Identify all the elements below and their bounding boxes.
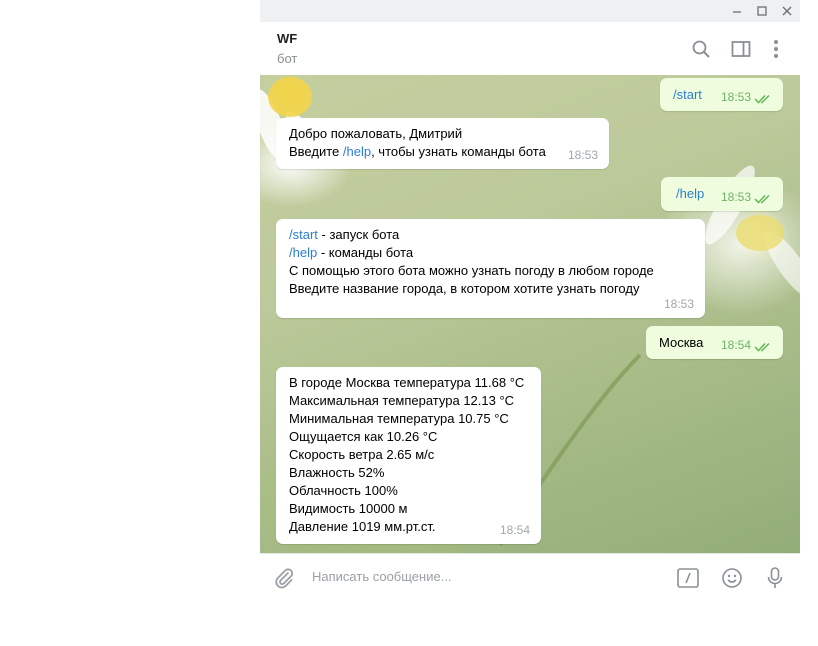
chat-header: WF бот (260, 22, 800, 76)
message-time: 18:54 (499, 523, 530, 537)
attach-button[interactable] (272, 566, 296, 590)
window-titlebar (260, 0, 800, 22)
chat-title[interactable]: WF (277, 31, 297, 46)
search-button[interactable] (689, 37, 713, 61)
message-line: Добро пожаловать, Дмитрий (289, 126, 463, 141)
message-line: /start - запуск бота (289, 227, 400, 242)
message-line: Введите название города, в котором хотит… (289, 281, 640, 296)
read-checkmarks-icon (754, 94, 770, 104)
read-checkmarks-icon (754, 342, 770, 352)
command-link[interactable]: /start (289, 227, 318, 242)
message-incoming[interactable]: Добро пожаловать, Дмитрий Введите /help,… (276, 118, 609, 169)
message-outgoing[interactable]: /start 18:53 (660, 78, 783, 111)
minimize-button[interactable] (728, 2, 746, 20)
message-time: 18:53 (567, 148, 598, 162)
message-input[interactable]: Написать сообщение... (312, 569, 452, 584)
emoji-icon (722, 568, 742, 588)
voice-button[interactable] (763, 566, 787, 590)
message-line: В городе Москва температура 11.68 °C (289, 375, 525, 390)
emoji-button[interactable] (720, 566, 744, 590)
read-checkmarks-icon (754, 194, 770, 204)
message-incoming[interactable]: В городе Москва температура 11.68 °C Мак… (276, 367, 541, 544)
close-button[interactable] (778, 2, 796, 20)
chat-history[interactable]: /start 18:53 Добро пожаловать, Дмитрий В… (260, 75, 800, 553)
message-time: 18:53 (663, 297, 694, 311)
search-icon (692, 40, 710, 58)
maximize-icon (757, 6, 767, 16)
message-line: /help - команды бота (289, 245, 414, 260)
message-line: Минимальная температура 10.75 °C (289, 411, 509, 426)
message-time: 18:53 (720, 190, 751, 204)
message-text: Москва (659, 335, 704, 350)
message-outgoing[interactable]: /help 18:53 (661, 177, 783, 211)
close-icon (782, 6, 792, 16)
chat-window: WF бот /start 18:53 Добро пожаловать, Дм… (260, 0, 800, 601)
message-line: Облачность 100% (289, 483, 398, 498)
paperclip-icon (275, 568, 294, 589)
command-link[interactable]: /start (673, 86, 702, 104)
chat-subtitle: бот (277, 51, 298, 66)
minimize-icon (733, 11, 741, 13)
maximize-button[interactable] (753, 2, 771, 20)
microphone-icon (767, 567, 783, 588)
message-incoming[interactable]: /start - запуск бота /help - команды бот… (276, 219, 705, 318)
sidebar-toggle-icon (731, 41, 751, 57)
message-line: Ощущается как 10.26 °C (289, 429, 438, 444)
sidebar-toggle-button[interactable] (729, 37, 753, 61)
more-button[interactable] (764, 37, 788, 61)
message-composer: Написать сообщение... (260, 553, 800, 601)
message-line: С помощью этого бота можно узнать погоду… (289, 263, 654, 278)
message-time: 18:53 (720, 90, 751, 104)
message-outgoing[interactable]: Москва 18:54 (646, 326, 783, 359)
message-line: Давление 1019 мм.рт.ст. (289, 519, 436, 534)
more-icon (774, 40, 778, 58)
bot-commands-button[interactable] (676, 566, 700, 590)
message-line: Скорость ветра 2.65 м/с (289, 447, 435, 462)
message-line: Видимость 10000 м (289, 501, 408, 516)
command-link[interactable]: /help (289, 245, 317, 260)
message-time: 18:54 (720, 338, 751, 352)
empty-left-area (0, 0, 261, 600)
command-link[interactable]: /help (676, 185, 704, 203)
bot-commands-icon (677, 568, 699, 588)
message-line: Максимальная температура 12.13 °C (289, 393, 515, 408)
message-line: Введите /help, чтобы узнать команды бота (289, 144, 546, 159)
command-link[interactable]: /help (343, 144, 371, 159)
message-line: Влажность 52% (289, 465, 385, 480)
